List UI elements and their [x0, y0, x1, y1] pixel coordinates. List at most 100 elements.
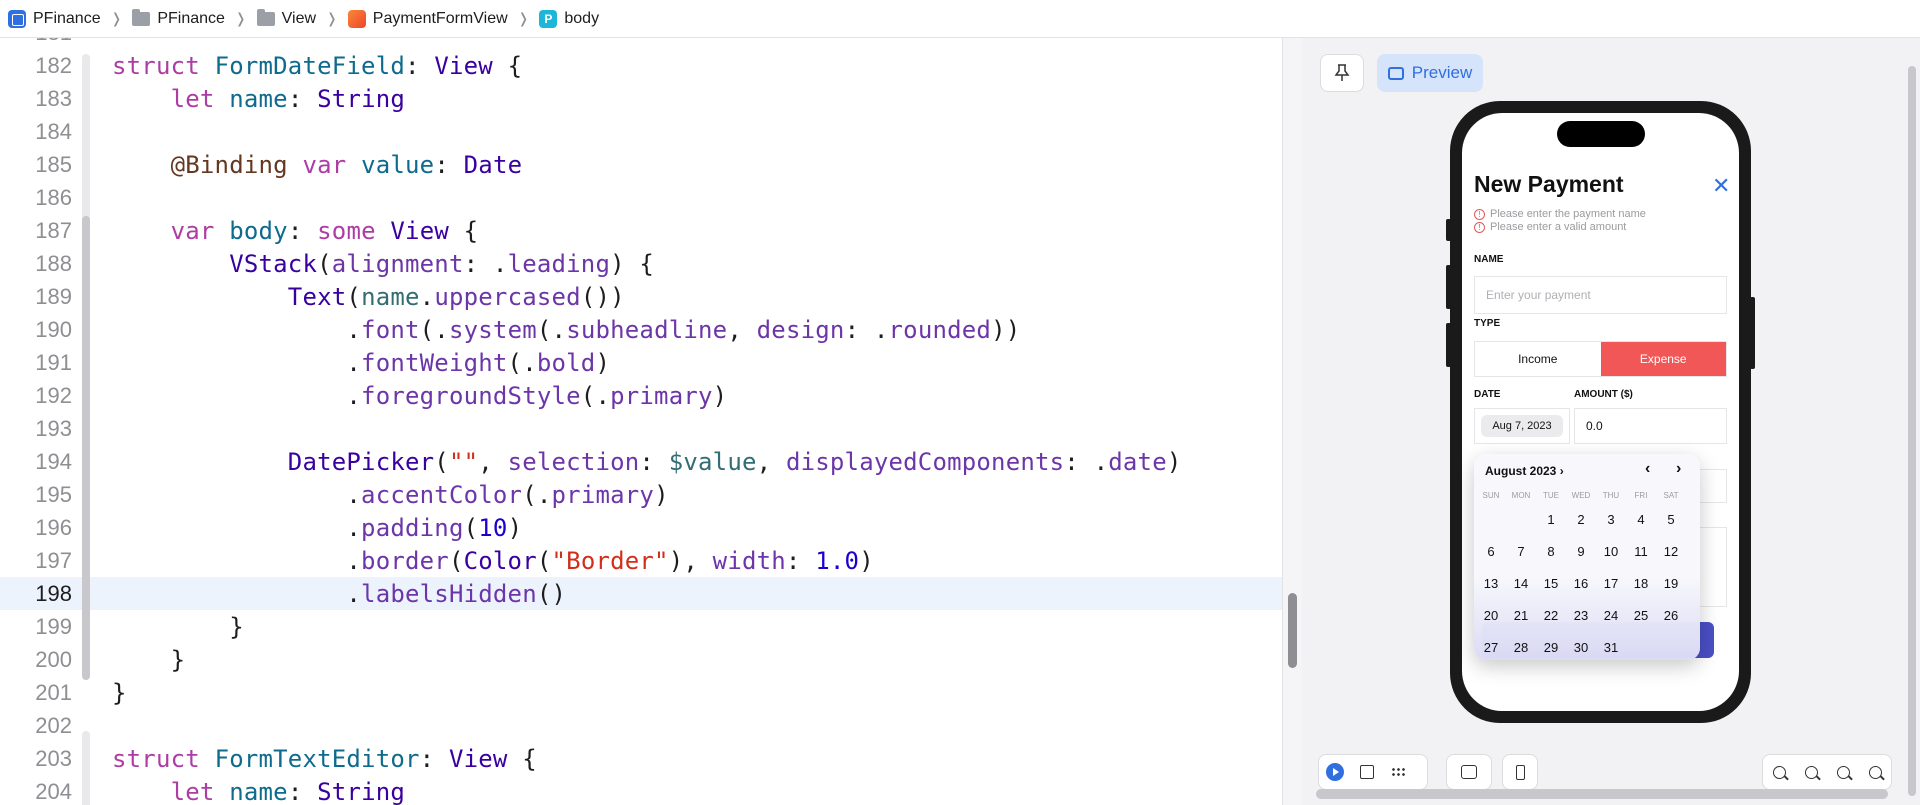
fold-ribbon[interactable] [82, 731, 90, 805]
breadcrumb-group-pfinance[interactable]: PFinance [132, 8, 225, 28]
calendar-day[interactable]: 17 [1596, 576, 1626, 591]
code-line[interactable]: 188 VStack(alignment: .leading) { [0, 247, 1282, 280]
breadcrumb-project[interactable]: PFinance [8, 9, 101, 28]
code-line[interactable]: 199 } [0, 610, 1282, 643]
zoom-fit-button[interactable] [1859, 754, 1891, 790]
calendar-day[interactable]: 18 [1626, 576, 1656, 591]
calendar-day[interactable]: 20 [1476, 608, 1506, 623]
code-line[interactable]: 195 .accentColor(.primary) [0, 478, 1282, 511]
calendar-day[interactable]: 4 [1626, 512, 1656, 527]
line-number: 203 [35, 745, 72, 771]
code-line[interactable]: 186 [0, 181, 1282, 214]
variants-button[interactable] [1383, 754, 1415, 790]
breadcrumb-group-view[interactable]: View [256, 8, 316, 28]
name-field[interactable]: Enter your payment [1474, 276, 1727, 314]
calendar-day[interactable]: 3 [1596, 512, 1626, 527]
code-line[interactable]: 187 var body: some View { [0, 214, 1282, 247]
line-number: 189 [35, 283, 72, 309]
next-month-button[interactable]: › [1676, 460, 1681, 478]
calendar-day[interactable]: 22 [1536, 608, 1566, 623]
code-line[interactable]: 201} [0, 676, 1282, 709]
code-line[interactable]: 185 @Binding var value: Date [0, 148, 1282, 181]
code-line[interactable]: 184 [0, 115, 1282, 148]
calendar-day[interactable]: 9 [1566, 544, 1596, 559]
code-line[interactable]: 202 [0, 709, 1282, 742]
line-number: 192 [35, 382, 72, 408]
calendar-day[interactable]: 24 [1596, 608, 1626, 623]
editor-scroll-thumb[interactable] [1288, 593, 1297, 668]
calendar-day[interactable]: 29 [1536, 640, 1566, 655]
breadcrumb-symbol[interactable]: P body [539, 9, 599, 28]
calendar-day[interactable]: 5 [1656, 512, 1686, 527]
code-line[interactable]: 194 DatePicker("", selection: $value, di… [0, 445, 1282, 478]
device-settings-button[interactable] [1446, 754, 1492, 790]
code-line[interactable]: 193 [0, 412, 1282, 445]
code-line[interactable]: 200 } [0, 643, 1282, 676]
code-text: .fontWeight(.bold) [112, 348, 611, 377]
calendar-day[interactable]: 25 [1626, 608, 1656, 623]
type-option-income[interactable]: Income [1475, 342, 1601, 376]
code-line[interactable]: 190 .font(.system(.subheadline, design: … [0, 313, 1282, 346]
calendar-day[interactable]: 13 [1476, 576, 1506, 591]
close-icon[interactable]: ✕ [1712, 173, 1730, 199]
code-line[interactable]: 203 struct FormTextEditor: View { [0, 742, 1282, 775]
calendar-day[interactable]: 28 [1506, 640, 1536, 655]
fold-ribbon-active[interactable] [82, 216, 90, 680]
previous-month-button[interactable]: ‹ [1645, 460, 1650, 478]
calendar-day[interactable]: 16 [1566, 576, 1596, 591]
calendar-day[interactable]: 14 [1506, 576, 1536, 591]
editor-scrollbar[interactable] [1282, 38, 1302, 805]
fold-gutter [72, 511, 112, 544]
date-picker-button[interactable]: Aug 7, 2023 [1481, 415, 1563, 437]
code-line[interactable]: 192 .foregroundStyle(.primary) [0, 379, 1282, 412]
code-line[interactable]: 197 .border(Color("Border"), width: 1.0) [0, 544, 1282, 577]
calendar-day[interactable]: 1 [1536, 512, 1566, 527]
calendar-day[interactable]: 15 [1536, 576, 1566, 591]
calendar-day[interactable]: 6 [1476, 544, 1506, 559]
calendar-day[interactable]: 11 [1626, 544, 1656, 559]
app-icon [8, 9, 26, 28]
canvas-horizontal-scrollbar[interactable] [1316, 789, 1888, 799]
selectable-mode-button[interactable] [1351, 754, 1383, 790]
zoom-in-button[interactable] [1827, 754, 1859, 790]
zoom-out-button[interactable] [1763, 754, 1795, 790]
code-line[interactable]: 196 .padding(10) [0, 511, 1282, 544]
code-line[interactable]: 204 let name: String [0, 775, 1282, 805]
live-preview-button[interactable] [1319, 754, 1351, 790]
fold-gutter [72, 82, 112, 115]
calendar-day[interactable]: 21 [1506, 608, 1536, 623]
code-line[interactable]: 182 struct FormDateField: View { [0, 49, 1282, 82]
calendar-day[interactable]: 19 [1656, 576, 1686, 591]
breadcrumb-file[interactable]: PaymentFormView [347, 9, 508, 28]
code-line[interactable]: 189 Text(name.uppercased()) [0, 280, 1282, 313]
calendar-day[interactable]: 23 [1566, 608, 1596, 623]
calendar-day[interactable]: 7 [1506, 544, 1536, 559]
calendar-day[interactable]: 10 [1596, 544, 1626, 559]
type-option-expense[interactable]: Expense [1600, 342, 1726, 376]
code-line[interactable]: 198 .labelsHidden() [0, 577, 1282, 610]
calendar-day[interactable]: 26 [1656, 608, 1686, 623]
amount-field[interactable]: 0.0 [1574, 408, 1727, 444]
code-text: Text(name.uppercased()) [287, 282, 625, 311]
code-text: .accentColor(.primary) [112, 480, 669, 509]
fold-gutter [72, 379, 112, 412]
code-editor[interactable]: 204 let name: String 203 struct FormTextEd… [0, 38, 1282, 805]
canvas-vertical-scrollbar[interactable] [1904, 38, 1920, 805]
code-line[interactable]: 183 let name: String [0, 82, 1282, 115]
calendar-day[interactable]: 2 [1566, 512, 1596, 527]
month-year-selector[interactable]: August 2023 › [1485, 464, 1564, 478]
pin-preview-button[interactable] [1320, 54, 1364, 92]
fold-gutter [72, 280, 112, 313]
zoom-100-button[interactable] [1795, 754, 1827, 790]
calendar-day[interactable]: 31 [1596, 640, 1626, 655]
code-line[interactable]: 191 .fontWeight(.bold) [0, 346, 1282, 379]
fold-gutter [72, 313, 112, 346]
preview-button[interactable]: Preview [1377, 54, 1483, 92]
calendar-day[interactable]: 30 [1566, 640, 1596, 655]
calendar-day[interactable]: 27 [1476, 640, 1506, 655]
canvas-scroll-thumb[interactable] [1908, 66, 1916, 796]
device-button[interactable] [1502, 754, 1538, 790]
calendar-day[interactable]: 12 [1656, 544, 1686, 559]
calendar-day[interactable]: 8 [1536, 544, 1566, 559]
zoom-group [1762, 754, 1892, 790]
